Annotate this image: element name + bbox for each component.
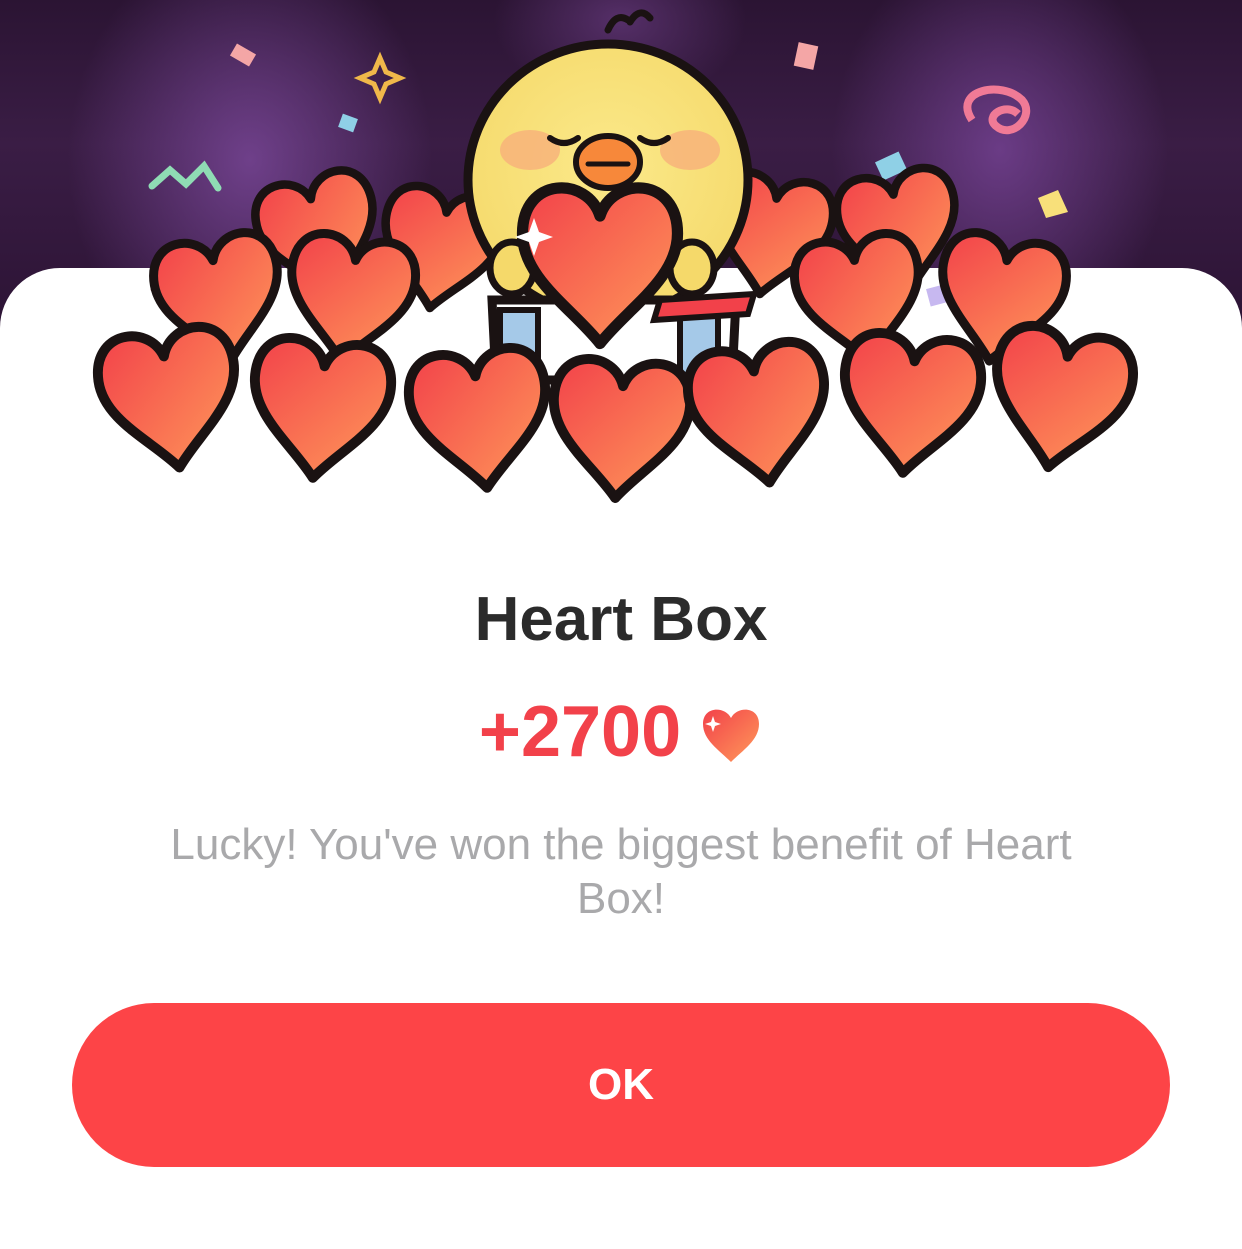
reward-amount: +2700 xyxy=(478,692,682,772)
reward-message: Lucky! You've won the biggest benefit of… xyxy=(170,820,1072,923)
heart-icon xyxy=(703,709,760,762)
reward-row: +2700 xyxy=(0,690,1242,774)
chick-heart-box-illustration xyxy=(60,9,1180,520)
ok-button[interactable]: OK xyxy=(72,1003,1170,1167)
heart-box-screen: Heart Box +2700 Lucky! You've won the bi… xyxy=(0,0,1242,1249)
dialog-title: Heart Box xyxy=(474,585,768,654)
chick xyxy=(463,9,759,385)
